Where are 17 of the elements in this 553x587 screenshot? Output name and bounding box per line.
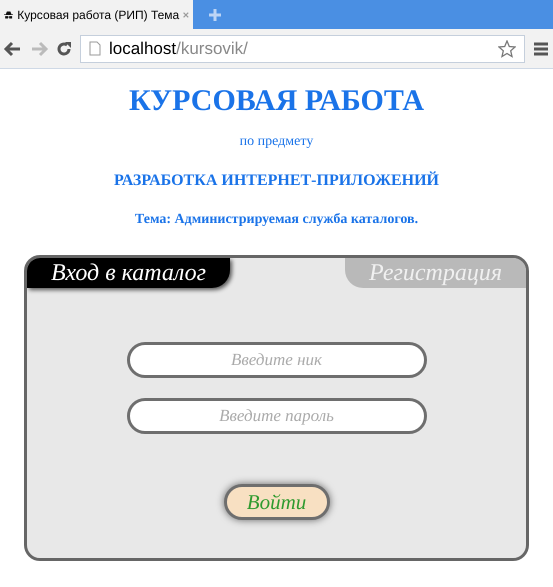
address-bar[interactable]: localhost/kursovik/ [80,34,525,62]
back-icon[interactable] [4,40,22,56]
page-icon [89,41,101,56]
address-text: localhost/kursovik/ [109,38,248,60]
reload-icon[interactable] [56,40,72,56]
tab[interactable]: Вход в каталог [27,258,230,288]
tab-title: Курсовая работа (РИП) Тема [17,6,180,24]
subject-title: РАЗРАБОТКА ИНТЕРНЕТ-ПРИЛОЖЕНИЙ [114,171,439,191]
input-field[interactable]: Введите ник [126,342,426,378]
menu-icon[interactable] [533,42,549,56]
star-icon[interactable] [498,40,516,58]
topic-text: Тема: Администрируемая служба каталогов. [134,211,418,229]
subject-label: по предмету [240,133,314,151]
browser-tab[interactable]: Курсовая работа (РИП) Тема [0,0,193,29]
close-icon[interactable] [183,10,189,20]
page-title: КУРСОВАЯ РАБОТА [128,83,424,119]
input-field[interactable]: Введите пароль [126,398,426,434]
